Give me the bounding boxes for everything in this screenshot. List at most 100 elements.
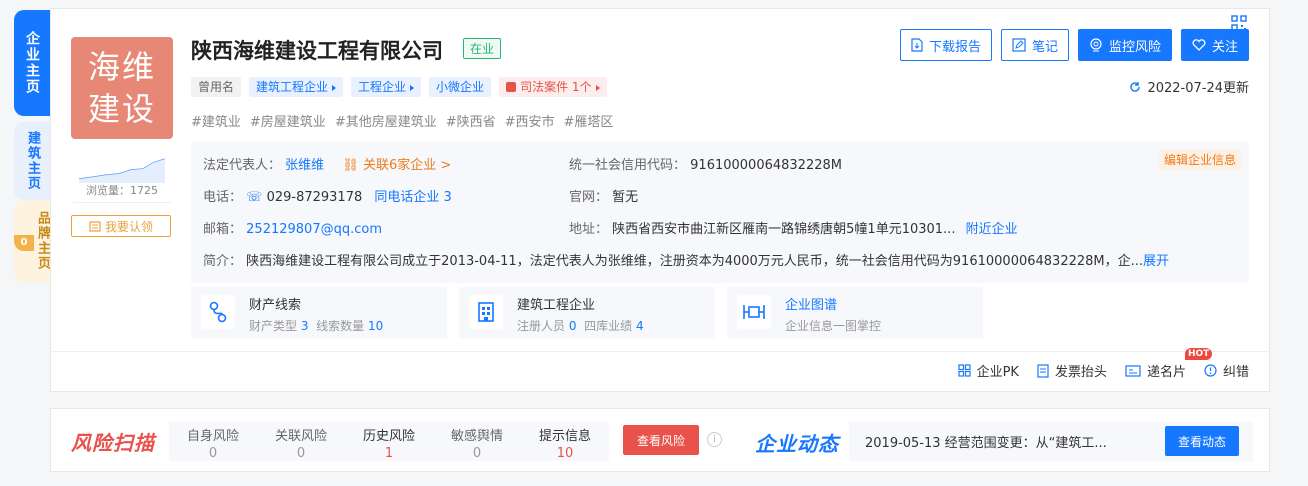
hashtag[interactable]: #建筑业	[191, 111, 241, 130]
feature-title: 财产线索	[249, 298, 302, 313]
company-pk-link[interactable]: 企业PK	[957, 361, 1019, 380]
follow-button[interactable]: 关注	[1180, 29, 1249, 61]
tab-brand-home[interactable]: 品牌主页 0	[14, 200, 50, 282]
risk-summary: 自身风险 0 关联风险 0 历史风险 1 敏感舆情 0 提示信息 10	[169, 421, 609, 461]
feature-construction-enterprise[interactable]: 建筑工程企业 注册人员 0 四库业绩 4	[459, 287, 715, 339]
notes-label: 笔记	[1031, 39, 1058, 55]
risk-cell-self[interactable]: 自身风险 0	[169, 421, 257, 461]
tab-company-home[interactable]: 企业主页	[14, 10, 50, 116]
relation-icon: ⛓	[342, 158, 359, 173]
risk-label: 关联风险	[274, 429, 327, 444]
tag-former-name[interactable]: 曾用名	[191, 77, 242, 97]
edit-info-link[interactable]: 编辑企业信息	[1158, 149, 1241, 170]
address-value: 陕西省西安市曲江新区雁南一路锦绣唐朝5幢1单元10301...	[612, 222, 956, 237]
business-card-link[interactable]: 递名片 HOT	[1125, 348, 1213, 380]
same-phone-link[interactable]: 同电话企业 3	[374, 190, 451, 205]
feature-sub-key: 注册人员	[517, 319, 566, 333]
company-dynamics-logo: 企业动态	[755, 432, 839, 456]
follow-label: 关注	[1211, 39, 1238, 55]
feature-asset-clues[interactable]: 财产线索 财产类型 3 线索数量 10	[191, 287, 447, 339]
hashtag[interactable]: #房屋建筑业	[250, 111, 326, 130]
expand-link[interactable]: 展开	[1143, 254, 1169, 269]
download-label: 下载报告	[928, 39, 981, 55]
company-logo: 海维 建设	[71, 37, 173, 139]
info-icon[interactable]: i	[707, 432, 722, 447]
claim-label: 我要认领	[104, 219, 153, 234]
address-row: 地址： 陕西省西安市曲江新区雁南一路锦绣唐朝5幢1单元10301... 附近企业	[569, 218, 1018, 237]
invoice-title-link[interactable]: 发票抬头	[1037, 361, 1107, 380]
tab-construction-home[interactable]: 建筑主页	[14, 122, 50, 200]
asset-clues-icon	[201, 295, 235, 329]
risk-cell-notice[interactable]: 提示信息 10	[521, 421, 609, 461]
risk-cell-related[interactable]: 关联风险 0	[257, 421, 345, 461]
hashtag[interactable]: #雁塔区	[564, 111, 614, 130]
edit-icon	[1012, 38, 1026, 52]
graph-icon	[737, 295, 771, 329]
update-time[interactable]: 2022-07-24更新	[1129, 77, 1249, 96]
related-label: 关联6家企业 >	[362, 158, 452, 173]
hashtag[interactable]: #西安市	[505, 111, 555, 130]
tab-brand-home-label: 品牌主页	[35, 211, 50, 271]
related-companies-link[interactable]: ⛓ 关联6家企业 >	[342, 158, 451, 173]
tag-label: 司法案件 1个	[520, 80, 592, 94]
view-risk-button[interactable]: 查看风险	[623, 425, 699, 455]
feature-sub-value: 0	[568, 319, 577, 333]
update-time-label: 2022-07-24更新	[1147, 81, 1249, 96]
nearby-companies-link[interactable]: 附近企业	[966, 222, 1018, 237]
view-dynamics-button[interactable]: 查看动态	[1165, 426, 1239, 456]
correction-icon	[1204, 364, 1217, 377]
company-name: 陕西海维建设工程有限公司	[191, 39, 443, 63]
document-icon	[911, 38, 923, 52]
views-trend-line	[79, 158, 165, 183]
feature-sub: 财产类型 3 线索数量 10	[249, 317, 383, 334]
tag-construction-enterprise[interactable]: 建筑工程企业	[249, 77, 344, 97]
dynamics-text[interactable]: 2019-05-13 经营范围变更：从“建筑工...	[865, 432, 1107, 451]
dynamics-box: 2019-05-13 经营范围变更：从“建筑工... 查看动态	[849, 421, 1253, 461]
tag-micro-enterprise[interactable]: 小微企业	[429, 77, 492, 97]
risk-label: 提示信息	[538, 429, 591, 444]
notes-button[interactable]: 笔记	[1000, 29, 1069, 61]
risk-cell-sentiment[interactable]: 敏感舆情 0	[433, 421, 521, 461]
company-header-card: 海维 建设 浏览量：1725 我要认领 陕西海维建设工程有限公司 在业 曾用名 …	[50, 8, 1270, 392]
monitor-label: 监控风险	[1108, 39, 1161, 55]
caret-right-icon	[595, 84, 600, 91]
views-count: 浏览量：1725	[86, 184, 158, 197]
feature-title: 建筑工程企业	[517, 298, 596, 313]
tab-company-home-label: 企业主页	[24, 31, 40, 95]
legal-rep-link[interactable]: 张维维	[285, 158, 324, 173]
tag-engineering-enterprise[interactable]: 工程企业	[351, 77, 422, 97]
building-icon	[469, 295, 503, 329]
judicial-icon	[506, 82, 517, 92]
phone-row: 电话： ☏ 029-87293178 同电话企业 3	[203, 186, 452, 205]
correction-link[interactable]: 纠错	[1204, 361, 1249, 380]
email-row: 邮箱： 252129807@qq.com	[203, 218, 382, 237]
feature-company-graph[interactable]: 企业图谱 企业信息一图掌控	[727, 287, 983, 339]
hashtag[interactable]: #陕西省	[446, 111, 496, 130]
pk-icon	[957, 364, 971, 377]
feature-sub: 注册人员 0 四库业绩 4	[517, 317, 644, 334]
legal-rep-key: 法定代表人：	[203, 158, 282, 173]
monitor-risk-button[interactable]: 监控风险	[1077, 29, 1172, 61]
risk-label: 敏感舆情	[450, 429, 503, 444]
download-report-button[interactable]: 下载报告	[899, 29, 992, 61]
email-link[interactable]: 252129807@qq.com	[246, 222, 382, 237]
heart-icon	[1192, 39, 1206, 51]
email-key: 邮箱：	[203, 222, 243, 237]
feature-sub-key: 财产类型	[249, 319, 298, 333]
tab-construction-home-label: 建筑主页	[25, 131, 40, 191]
correction-label: 纠错	[1222, 365, 1249, 380]
risk-cell-history[interactable]: 历史风险 1	[345, 421, 433, 461]
claim-button[interactable]: 我要认领	[71, 215, 171, 237]
card-icon	[1125, 364, 1141, 377]
tag-label: 建筑工程企业	[256, 80, 329, 94]
intro-row: 简介： 陕西海维建设工程有限公司成立于2013-04-11，法定代表人为张维维，…	[203, 250, 1169, 269]
action-buttons: 下载报告 笔记 监控风险 关注	[899, 29, 1249, 61]
intro-key: 简介：	[203, 254, 243, 269]
divider	[51, 351, 1269, 352]
invoice-icon	[1037, 363, 1049, 378]
hashtag[interactable]: #其他房屋建筑业	[335, 111, 437, 130]
tag-judicial-cases[interactable]: 司法案件 1个	[499, 77, 607, 97]
views-chart: 浏览量：1725	[73, 155, 171, 203]
logo-text-line1: 海维	[87, 48, 156, 86]
claim-icon	[89, 221, 101, 232]
